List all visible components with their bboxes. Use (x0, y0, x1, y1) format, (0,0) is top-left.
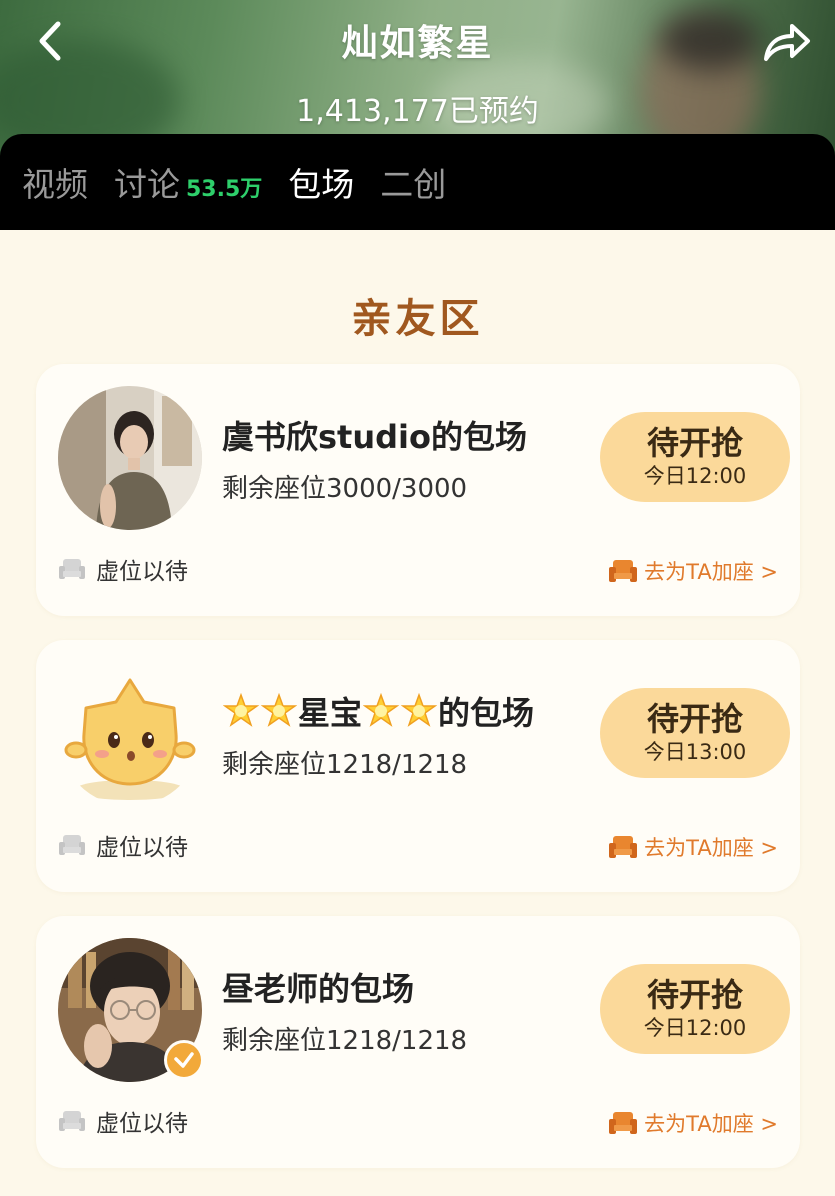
grab-seat-button[interactable]: 待开抢 今日12:00 (600, 412, 790, 502)
vacant-label: 虚位以待 (96, 559, 188, 585)
screening-card[interactable]: 虞书欣studio的包场 剩余座位3000/3000 待开抢 今日12:00 虚… (36, 364, 800, 616)
add-seat-label: 去为TA加座 > (644, 836, 778, 860)
tab-discussion[interactable]: 讨论 53.5万 (114, 158, 262, 206)
grab-seat-button[interactable]: 待开抢 今日13:00 (600, 688, 790, 778)
glowing-star-icon (401, 693, 438, 727)
tab-private-screening[interactable]: 包场 (288, 158, 354, 206)
avatar[interactable] (58, 386, 202, 530)
add-seat-link[interactable]: 去为TA加座 > (608, 832, 778, 862)
seat-icon (609, 836, 638, 858)
button-label: 待开抢 (646, 424, 743, 462)
open-time: 今日12:00 (643, 464, 747, 488)
tab-label: 讨论 (114, 165, 180, 204)
screening-card[interactable]: 星宝 的包场 剩余座位1218/1218 待开抢 今日13:00 虚位以待 去为… (36, 640, 800, 892)
screening-name: 星宝 的包场 (222, 688, 534, 734)
reservation-count: 1,413,177已预约 (296, 94, 539, 129)
screening-list: 亲友区 虞书欣studio的包场 剩余座位3000/3000 待开抢 今日12:… (0, 230, 835, 1196)
seat-icon (609, 1112, 638, 1134)
glowing-star-icon (363, 693, 400, 727)
tab-label: 视频 (22, 165, 88, 204)
screening-name-suffix: 的包场 (438, 694, 535, 732)
vacant-seat-status: 虚位以待 (58, 1104, 188, 1138)
add-seat-label: 去为TA加座 > (644, 1112, 778, 1136)
remaining-seats: 剩余座位1218/1218 (222, 1026, 468, 1056)
page-title: 灿如繁星 (341, 23, 494, 64)
screening-name-text: 星宝 (298, 694, 363, 732)
seat-icon (59, 559, 85, 579)
avatar[interactable] (58, 662, 202, 806)
tab-bar: 视频 讨论 53.5万 包场 二创 (0, 134, 835, 230)
tab-label: 包场 (288, 165, 355, 204)
screening-name: 虞书欣studio的包场 (222, 418, 527, 456)
tab-fan-creations[interactable]: 二创 (380, 158, 446, 206)
seat-icon (609, 560, 638, 582)
vacant-label: 虚位以待 (96, 1111, 188, 1137)
share-button[interactable] (761, 16, 813, 66)
button-label: 待开抢 (646, 700, 743, 738)
open-time: 今日12:00 (643, 1016, 747, 1040)
verified-icon (164, 1040, 204, 1080)
add-seat-link[interactable]: 去为TA加座 > (608, 1108, 778, 1138)
discussion-count: 53.5万 (186, 177, 263, 202)
vacant-label: 虚位以待 (96, 835, 188, 861)
add-seat-label: 去为TA加座 > (644, 560, 778, 584)
remaining-seats: 剩余座位3000/3000 (222, 474, 468, 504)
screening-name: 昼老师的包场 (222, 970, 415, 1008)
screening-card[interactable]: 昼老师的包场 剩余座位1218/1218 待开抢 今日12:00 虚位以待 去为… (36, 916, 800, 1168)
grab-seat-button[interactable]: 待开抢 今日12:00 (600, 964, 790, 1054)
share-arrow-icon (764, 24, 810, 61)
glowing-star-icon (261, 693, 297, 727)
glowing-star-icon (223, 693, 259, 727)
add-seat-link[interactable]: 去为TA加座 > (608, 556, 778, 586)
vacant-seat-status: 虚位以待 (58, 552, 188, 586)
section-title: 亲友区 (351, 296, 484, 342)
seat-icon (59, 1111, 85, 1131)
tab-video[interactable]: 视频 (22, 158, 88, 206)
button-label: 待开抢 (646, 976, 743, 1014)
remaining-seats: 剩余座位1218/1218 (222, 750, 468, 780)
tab-label: 二创 (380, 165, 447, 204)
open-time: 今日13:00 (643, 740, 747, 764)
seat-icon (59, 835, 85, 855)
vacant-seat-status: 虚位以待 (58, 828, 188, 862)
